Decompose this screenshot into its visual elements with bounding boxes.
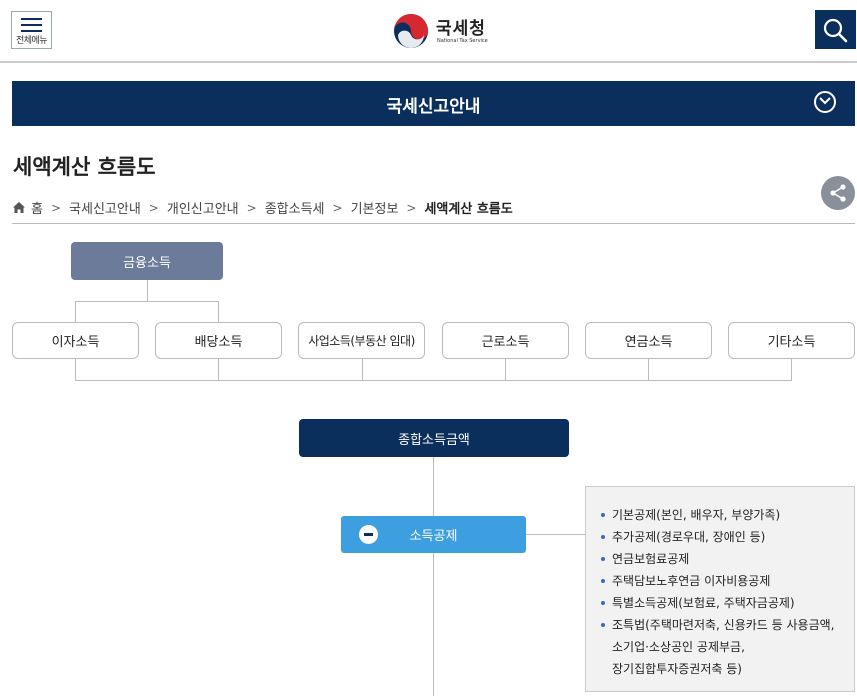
menu-button-label: 전체메뉴 xyxy=(15,36,48,46)
income-type-box: 이자소득 xyxy=(12,322,139,359)
logo-text: 국세청 xyxy=(436,19,486,39)
connector-line xyxy=(526,534,585,535)
chevron-right-icon: > xyxy=(50,200,62,215)
divider xyxy=(12,223,855,224)
breadcrumb-item[interactable]: 국세신고안내 xyxy=(69,198,141,217)
breadcrumb-item[interactable]: 기본정보 xyxy=(351,198,399,217)
logo-subtext: National Tax Service xyxy=(437,38,488,44)
share-icon xyxy=(830,184,846,202)
connector-line xyxy=(218,301,219,322)
deduction-item-continued: 장기집합투자증권저축 등) xyxy=(612,662,742,676)
banner-title: 국세신고안내 xyxy=(386,97,481,117)
site-header: 전체메뉴 국세청 National Tax Service xyxy=(0,0,857,63)
breadcrumb-item[interactable]: 종합소득세 xyxy=(265,198,325,217)
breadcrumb-home[interactable]: 홈 xyxy=(31,198,43,217)
chevron-right-icon: > xyxy=(406,200,417,215)
deduction-item: 조특법(주택마련저축, 신용카드 등 사용금액, xyxy=(598,614,848,636)
chevron-down-icon xyxy=(819,97,831,105)
income-type-box: 기타소득 xyxy=(728,322,855,359)
income-type-box: 배당소득 xyxy=(155,322,282,359)
taegeuk-logo-icon xyxy=(394,14,428,48)
hamburger-icon-bar xyxy=(21,24,42,26)
deduction-item: 기본공제(본인, 배우자, 부양가족) xyxy=(598,504,848,526)
connector-line xyxy=(362,359,363,380)
breadcrumb: 홈 > 국세신고안내 > 개인신고안내 > 종합소득세 > 기본정보 > 세액계… xyxy=(12,198,513,217)
connector-line xyxy=(648,359,649,380)
breadcrumb-current: 세액계산 흐름도 xyxy=(424,202,513,217)
connector-line xyxy=(791,359,792,380)
chevron-right-icon: > xyxy=(246,200,257,215)
chevron-right-icon: > xyxy=(148,200,159,215)
chevron-right-icon: > xyxy=(332,200,343,215)
connector-line xyxy=(433,457,434,696)
connector-line xyxy=(75,359,76,380)
deduction-item: 추가공제(경로우대, 장애인 등) xyxy=(598,526,848,548)
share-button[interactable] xyxy=(821,176,855,210)
banner-toggle-button[interactable] xyxy=(814,91,836,113)
deduction-item-continued: 소기업·소상공인 공제부금, xyxy=(612,640,745,654)
income-type-box: 연금소득 xyxy=(585,322,712,359)
connector-line xyxy=(147,280,148,301)
deduction-item: 주택담보노후연금 이자비용공제 xyxy=(598,570,848,592)
deduction-detail-panel: 기본공제(본인, 배우자, 부양가족) 추가공제(경로우대, 장애인 등) 연금… xyxy=(585,486,855,692)
breadcrumb-item[interactable]: 개인신고안내 xyxy=(167,198,239,217)
total-income-box: 종합소득금액 xyxy=(299,419,569,457)
connector-line xyxy=(218,359,219,380)
search-button[interactable] xyxy=(815,10,856,49)
search-icon xyxy=(823,18,848,43)
deduction-item: 특별소득공제(보험료, 주택자금공제) xyxy=(598,592,848,614)
connector-line xyxy=(75,301,76,322)
hamburger-icon-bar xyxy=(21,30,42,32)
deduction-list: 기본공제(본인, 배우자, 부양가족) 추가공제(경로우대, 장애인 등) 연금… xyxy=(598,504,848,680)
income-deduction-label: 소득공제 xyxy=(409,529,458,544)
income-deduction-toggle[interactable]: 소득공제 xyxy=(341,516,526,553)
connector-line xyxy=(75,380,792,381)
connector-line xyxy=(75,301,219,302)
section-banner: 국세신고안내 xyxy=(12,81,855,126)
minus-circle-icon xyxy=(359,525,378,544)
page-title: 세액계산 흐름도 xyxy=(13,155,156,179)
financial-income-box: 금융소득 xyxy=(71,242,223,280)
deduction-item: 연금보험료공제 xyxy=(598,548,848,570)
hamburger-icon xyxy=(21,18,42,20)
menu-button[interactable]: 전체메뉴 xyxy=(11,11,52,49)
income-type-box: 근로소득 xyxy=(442,322,569,359)
home-icon xyxy=(13,202,25,213)
income-type-box: 사업소득(부동산 임대) xyxy=(298,322,425,359)
connector-line xyxy=(505,359,506,380)
